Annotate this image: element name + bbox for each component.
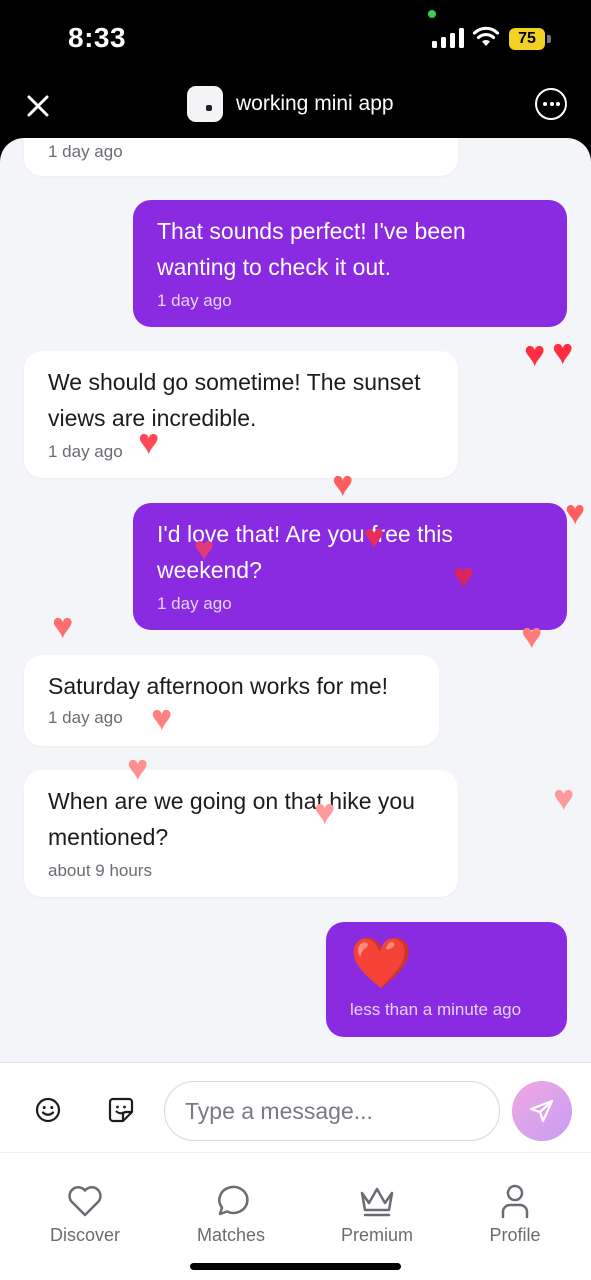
floating-heart-icon: ♥ [194,530,215,568]
nav-label: Premium [340,1225,413,1245]
floating-heart-icon: ♥ [565,494,586,532]
floating-heart-icon: ♥ [314,791,336,832]
message-text: Saturday afternoon works for me! [48,673,389,699]
message-time: less than a minute ago [350,1000,522,1019]
message-text: That sounds perfect! I've been wanting t… [157,218,466,280]
app-title: working mini app [236,92,394,115]
mini-app-header: working mini app [0,80,591,140]
nav-matches[interactable]: Matches [171,1183,291,1246]
emoji-icon[interactable] [35,1097,61,1123]
more-options-button[interactable] [535,88,567,120]
floating-heart-icon: ♥ [151,697,173,738]
message-composer [0,1062,591,1152]
nav-discover[interactable]: Discover [25,1183,145,1246]
battery-level: 75 [509,28,545,50]
floating-heart-icon: ♥ [138,421,160,462]
message-text: I'd love that! Are you free this weekend… [157,521,453,583]
send-button[interactable] [512,1081,572,1141]
nav-profile[interactable]: Profile [455,1183,575,1246]
message-incoming: When are we going on that hike you menti… [24,770,458,897]
bottom-nav: Discover Matches Premium Profile [0,1152,591,1280]
wifi-icon [472,26,500,46]
send-icon [529,1099,554,1123]
message-time: 1 day ago [48,442,123,461]
status-bar: 8:33 75 [0,0,591,80]
chat-area[interactable]: 1 day ago That sounds perfect! I've been… [0,138,591,1062]
sticker-icon[interactable] [108,1097,134,1123]
privacy-indicator [428,10,436,18]
floating-heart-icon: ♥ [553,777,575,818]
message-time: 1 day ago [157,291,232,310]
nav-label: Matches [196,1225,266,1245]
message-time: about 9 hours [48,861,152,880]
floating-heart-icon: ♥ [521,615,543,656]
floating-heart-icon: ♥ [364,518,385,556]
floating-heart-icon: ♥ [552,331,574,372]
message-outgoing: That sounds perfect! I've been wanting t… [133,200,567,327]
message-incoming: Saturday afternoon works for me! 1 day a… [24,655,439,746]
message-input[interactable] [164,1081,500,1141]
floating-heart-icon: ♥ [127,747,149,788]
floating-heart-icon: ♥ [52,605,74,646]
app-logo [187,86,223,122]
close-icon[interactable] [22,90,54,122]
battery-icon: 75 [509,28,551,50]
home-indicator [190,1263,401,1270]
message-time: 1 day ago [48,708,123,727]
message-text: When are we going on that hike you menti… [48,788,415,850]
nav-label: Discover [49,1225,120,1245]
floating-heart-icon: ♥ [453,555,475,596]
nav-premium[interactable]: Premium [317,1183,437,1246]
message-incoming: 1 day ago [24,138,458,176]
message-heart-emoji: ❤️ [350,935,413,991]
chat-bubble-icon [218,1185,249,1216]
message-time: 1 day ago [48,142,123,161]
message-outgoing: ❤️ less than a minute ago [326,922,567,1037]
message-incoming: We should go sometime! The sunset views … [24,351,458,478]
cellular-signal-icon [432,28,464,48]
message-text: We should go sometime! The sunset views … [48,369,421,431]
floating-heart-icon: ♥ [332,463,354,504]
floating-heart-icon: ♥ [524,333,546,374]
nav-label: Profile [489,1225,541,1245]
status-time: 8:33 [68,22,127,53]
message-time: 1 day ago [157,594,232,613]
crown-icon [360,1187,394,1217]
person-icon [501,1184,529,1219]
heart-outline-icon [68,1186,102,1217]
